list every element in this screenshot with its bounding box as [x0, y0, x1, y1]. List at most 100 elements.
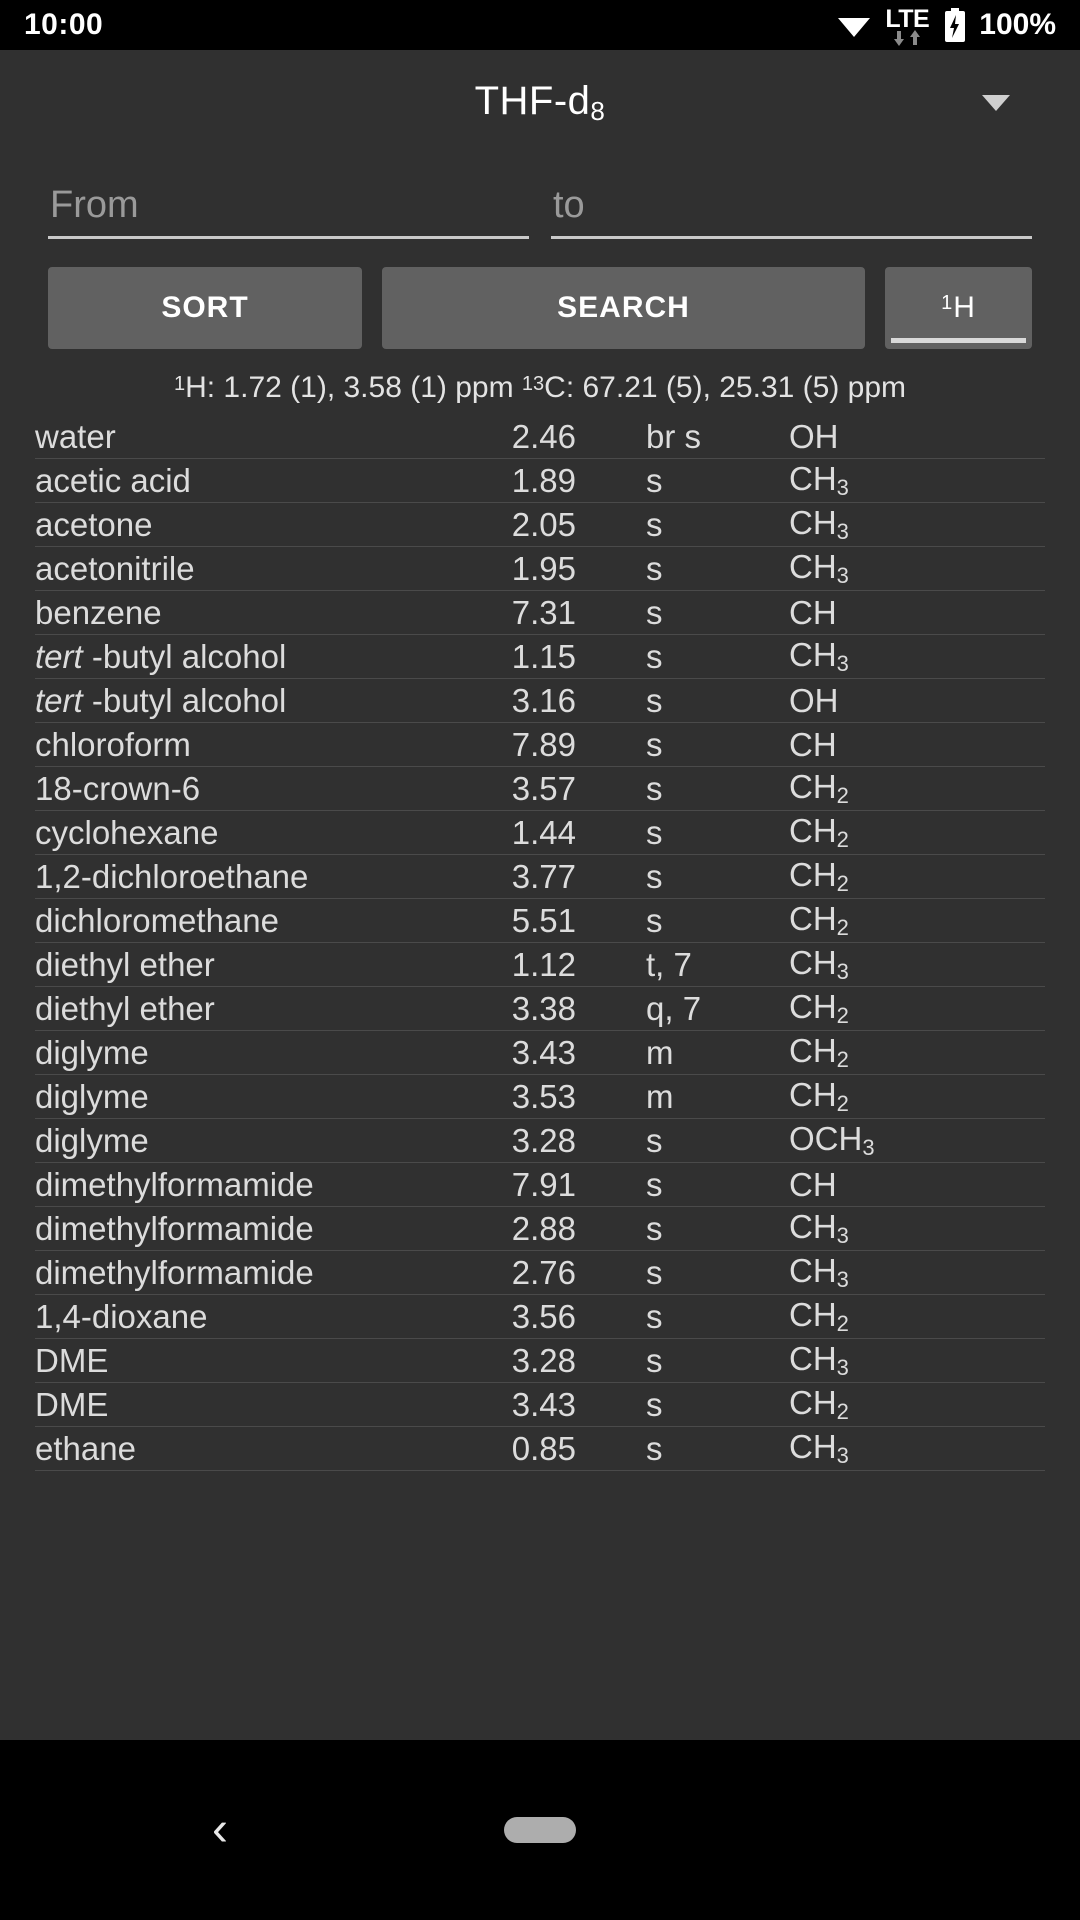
cell-multiplicity: t, 7 — [646, 945, 692, 983]
cell-functional-group: CH3 — [789, 504, 849, 544]
table-row[interactable]: dimethylformamide 2.76 s CH3 — [35, 1251, 1045, 1295]
cell-compound-name: dimethylformamide — [35, 1165, 314, 1203]
cell-functional-group: OCH3 — [789, 1120, 875, 1160]
table-row[interactable]: diglyme 3.53 m CH2 — [35, 1075, 1045, 1119]
cell-functional-group: CH — [789, 1165, 837, 1203]
table-row[interactable]: 18-crown-6 3.57 s CH2 — [35, 767, 1045, 811]
chevron-down-icon[interactable] — [982, 94, 1010, 111]
cell-compound-name: diglyme — [35, 1077, 149, 1115]
cell-compound-name: tert -butyl alcohol — [35, 637, 287, 675]
cell-functional-group: CH3 — [789, 944, 849, 984]
app-content: THF-d8 SORT SEARCH 1H 1H: 1.72 (1), 3.58… — [0, 50, 1080, 1740]
nucleus-label: H — [953, 291, 976, 324]
back-chevron-icon[interactable]: ‹ — [212, 1806, 228, 1854]
cell-chemical-shift: 1.95 — [511, 549, 576, 587]
nucleus-superscript: 1 — [941, 292, 954, 314]
cell-compound-name: cyclohexane — [35, 813, 219, 851]
cell-compound-name: ethane — [35, 1429, 136, 1467]
cell-functional-group: CH2 — [789, 900, 849, 940]
cell-chemical-shift: 1.15 — [511, 637, 576, 675]
cell-compound-name: acetic acid — [35, 461, 191, 499]
cell-functional-group: CH2 — [789, 1384, 849, 1424]
table-row[interactable]: diethyl ether 1.12 t, 7 CH3 — [35, 943, 1045, 987]
table-row[interactable]: diethyl ether 3.38 q, 7 CH2 — [35, 987, 1045, 1031]
range-input-row — [0, 177, 1080, 239]
cell-chemical-shift: 3.43 — [511, 1033, 576, 1071]
cell-chemical-shift: 3.28 — [511, 1341, 576, 1379]
functional-group-subscript: 2 — [836, 871, 849, 896]
table-row[interactable]: acetone 2.05 s CH3 — [35, 503, 1045, 547]
compound-name-italic-prefix: tert — [35, 637, 92, 675]
table-row[interactable]: 1,4-dioxane 3.56 s CH2 — [35, 1295, 1045, 1339]
cell-functional-group: CH2 — [789, 988, 849, 1028]
cell-chemical-shift: 2.88 — [511, 1209, 576, 1247]
table-row[interactable]: ethane 0.85 s CH3 — [35, 1427, 1045, 1471]
cell-multiplicity: s — [646, 1429, 663, 1467]
cell-compound-name: dichloromethane — [35, 901, 279, 939]
table-row[interactable]: DME 3.28 s CH3 — [35, 1339, 1045, 1383]
cell-compound-name: water — [35, 417, 116, 455]
cell-chemical-shift: 1.44 — [511, 813, 576, 851]
solvent-title[interactable]: THF-d8 — [475, 79, 606, 127]
from-input-underline — [48, 236, 529, 239]
solvent-selector-bar[interactable]: THF-d8 — [0, 50, 1080, 155]
table-row[interactable]: dimethylformamide 7.91 s CH — [35, 1163, 1045, 1207]
cell-multiplicity: s — [646, 769, 663, 807]
functional-group-subscript: 2 — [836, 1047, 849, 1072]
cell-multiplicity: s — [646, 681, 663, 719]
table-row[interactable]: water 2.46 br s OH — [35, 415, 1045, 459]
cell-chemical-shift: 3.43 — [511, 1385, 576, 1423]
cell-compound-name: DME — [35, 1341, 109, 1379]
table-row[interactable]: DME 3.43 s CH2 — [35, 1383, 1045, 1427]
solvent-reference-info: 1H: 1.72 (1), 3.58 (1) ppm 13C: 67.21 (5… — [0, 371, 1080, 405]
cell-compound-name: acetonitrile — [35, 549, 195, 587]
cell-compound-name: dimethylformamide — [35, 1209, 314, 1247]
table-row[interactable]: diglyme 3.28 s OCH3 — [35, 1119, 1045, 1163]
cell-compound-name: diglyme — [35, 1033, 149, 1071]
table-row[interactable]: chloroform 7.89 s CH — [35, 723, 1045, 767]
cell-compound-name: 18-crown-6 — [35, 769, 201, 807]
table-row[interactable]: cyclohexane 1.44 s CH2 — [35, 811, 1045, 855]
table-row[interactable]: diglyme 3.43 m CH2 — [35, 1031, 1045, 1075]
cell-functional-group: CH3 — [789, 460, 849, 500]
system-navigation-bar: ‹ — [0, 1740, 1080, 1920]
to-input[interactable] — [551, 177, 1032, 233]
table-row[interactable]: dichloromethane 5.51 s CH2 — [35, 899, 1045, 943]
cell-chemical-shift: 1.12 — [511, 945, 576, 983]
home-pill-icon[interactable] — [504, 1817, 576, 1843]
cell-multiplicity: s — [646, 1165, 663, 1203]
nucleus-toggle-button[interactable]: 1H — [885, 267, 1032, 349]
cell-functional-group: CH — [789, 593, 837, 631]
sort-button[interactable]: SORT — [48, 267, 362, 349]
impurity-table[interactable]: water 2.46 br s OH acetic acid 1.89 s CH3 aceton… — [0, 415, 1080, 1587]
cell-compound-name: diethyl ether — [35, 989, 215, 1027]
solvent-subscript: 8 — [590, 95, 606, 126]
search-button[interactable]: SEARCH — [382, 267, 865, 349]
cell-functional-group: CH2 — [789, 1076, 849, 1116]
status-icon-group: LTE 100% — [837, 7, 1056, 46]
table-row[interactable]: dimethylformamide 2.88 s CH3 — [35, 1207, 1045, 1251]
cell-multiplicity: m — [646, 1077, 674, 1115]
from-input[interactable] — [48, 177, 529, 233]
cell-chemical-shift: 2.46 — [511, 417, 576, 455]
cell-chemical-shift: 3.16 — [511, 681, 576, 719]
cell-multiplicity: s — [646, 1385, 663, 1423]
table-row[interactable]: 1,2-dichloroethane 3.77 s CH2 — [35, 855, 1045, 899]
cell-functional-group: CH3 — [789, 1428, 849, 1468]
functional-group-subscript: 3 — [862, 1135, 875, 1160]
table-row[interactable]: acetonitrile 1.95 s CH3 — [35, 547, 1045, 591]
table-row[interactable]: benzene 7.31 s CH — [35, 591, 1045, 635]
cell-multiplicity: s — [646, 1253, 663, 1291]
cell-multiplicity: s — [646, 549, 663, 587]
table-row[interactable]: tert -butyl alcohol 3.16 s OH — [35, 679, 1045, 723]
ref-h-superscript: 1 — [173, 373, 186, 395]
cell-compound-name: acetone — [35, 505, 153, 543]
cell-functional-group: OH — [789, 681, 839, 719]
cell-multiplicity: s — [646, 593, 663, 631]
table-row[interactable]: tert -butyl alcohol 1.15 s CH3 — [35, 635, 1045, 679]
cell-functional-group: CH3 — [789, 1208, 849, 1248]
table-row[interactable]: acetic acid 1.89 s CH3 — [35, 459, 1045, 503]
cell-functional-group: CH2 — [789, 856, 849, 896]
functional-group-subscript: 3 — [836, 1443, 849, 1468]
cell-functional-group: CH2 — [789, 768, 849, 808]
